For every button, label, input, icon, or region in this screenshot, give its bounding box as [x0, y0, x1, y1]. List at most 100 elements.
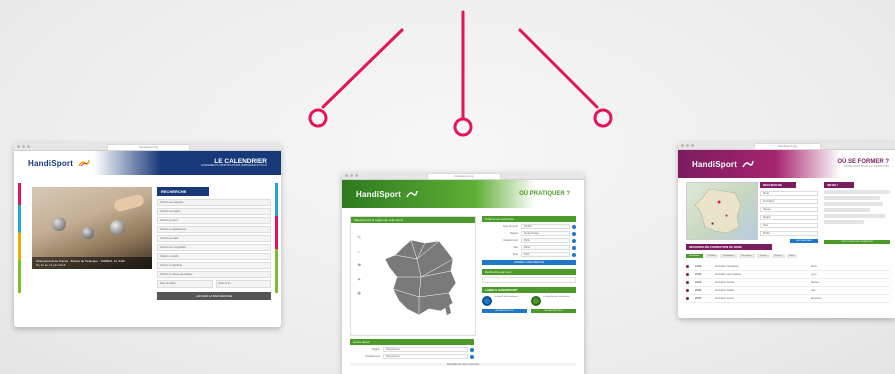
filter-select[interactable]: Formation — [760, 199, 818, 204]
training-search: RECHERCHE Sport Formation Niveau Région … — [760, 182, 818, 243]
browser-toolbar: handisport.org — [14, 143, 281, 151]
filter-select[interactable]: Choisir un public — [157, 253, 271, 260]
direct-row: Département Sélectionner — [350, 354, 474, 359]
page-title: OÙ SE FORMER ? FORMATIONS POUR LE HANDIS… — [837, 159, 889, 168]
tool-icon[interactable]: ⌂ — [357, 249, 361, 255]
criteria-select[interactable]: Île-de-France — [521, 231, 570, 236]
row-bullet-icon — [686, 297, 689, 300]
direct-select[interactable]: Sélectionner — [383, 354, 468, 359]
filter-select[interactable]: Sport — [760, 191, 818, 196]
location-pin-icon[interactable]: ● — [717, 199, 721, 206]
row-bullet-icon — [686, 289, 689, 292]
tool-icon[interactable]: ⚑ — [357, 263, 361, 269]
row-bullet-icon — [686, 265, 689, 268]
table-row[interactable]: 15/09 Formation sport adapté Lyon — [686, 271, 890, 279]
tab-month[interactable]: Décembre — [738, 254, 755, 258]
location-pin-icon[interactable]: ● — [725, 213, 728, 219]
filter-select[interactable]: Choisir un département — [157, 226, 271, 233]
filter-select[interactable]: Région — [760, 215, 818, 220]
address-bar[interactable]: handisport.org — [753, 143, 822, 150]
tab-month[interactable]: Mars — [786, 254, 798, 258]
row-bullet-icon — [686, 273, 689, 276]
table-row[interactable]: 12/09 Formation handisport Paris — [686, 263, 890, 271]
event-photo[interactable]: Championnat de France - Boules de Pétanq… — [32, 187, 152, 269]
location-pin-icon[interactable]: ● — [711, 221, 714, 227]
circle-connector-icon — [453, 117, 473, 137]
tab-month[interactable]: Novembre — [720, 254, 737, 258]
filter-select[interactable]: Choisir un handicap — [157, 262, 271, 269]
filter-select[interactable]: Choisir une compétition — [157, 244, 271, 251]
tool-icon[interactable]: ✎ — [357, 235, 361, 241]
search-submit-button[interactable]: LANCER LA RECHERCHE — [157, 292, 271, 300]
handisport-logo-icon[interactable]: HandiSport — [692, 160, 754, 169]
select-arrow-icon[interactable] — [572, 224, 576, 229]
search-panel: RECHERCHE Choisir une catégorie Choisir … — [157, 187, 271, 300]
date-to-field[interactable]: Date de fin — [215, 280, 271, 288]
handisport-logo-icon[interactable]: HandiSport — [356, 190, 418, 199]
training-screenshot: handisport.org HandiSport OÙ SE FORMER ?… — [678, 142, 895, 318]
direct-select[interactable]: Sélectionner — [383, 347, 468, 352]
date-from-field[interactable]: Date de début — [157, 280, 213, 288]
tab-month[interactable]: Février — [771, 254, 785, 258]
address-bar[interactable]: handisport.org — [426, 173, 502, 180]
filter-select[interactable]: Choisir une catégorie — [157, 199, 271, 206]
select-arrow-icon[interactable] — [572, 231, 576, 236]
criteria-row: Ville Paris — [482, 245, 576, 250]
table-row[interactable]: 22/09 Formation basket Lille — [686, 287, 890, 295]
france-map[interactable] — [381, 237, 461, 317]
criteria-select[interactable]: Choisir — [521, 224, 570, 229]
filter-select[interactable]: Choisir un niveau de pratique — [157, 271, 271, 278]
select-arrow-icon[interactable] — [572, 252, 576, 257]
training-map[interactable]: ● ● ● — [686, 182, 758, 240]
select-arrow-icon[interactable] — [572, 238, 576, 243]
info-heading: INFOS ! — [824, 182, 854, 188]
petanque-ball — [52, 217, 66, 231]
badge-activity-icon — [531, 296, 541, 306]
name-search-input[interactable] — [482, 277, 576, 283]
criteria-select[interactable]: Paris — [521, 238, 570, 243]
tab-month[interactable]: Janvier — [756, 254, 770, 258]
badge-club-icon — [482, 296, 492, 306]
filter-list: Choisir une catégorie Choisir une région… — [157, 199, 271, 278]
handisport-logo-icon[interactable]: HandiSport — [28, 159, 90, 168]
page-header: HandiSport LE CALENDRIER ÉVÈNEMENTS SPOR… — [14, 151, 281, 175]
filter-select[interactable]: Choisir un sport — [157, 217, 271, 224]
hand-silhouette — [112, 193, 146, 213]
filter-select[interactable]: Date — [760, 223, 818, 228]
search-button[interactable]: RECHERCHER — [790, 239, 818, 243]
direct-row: Région Sélectionner — [350, 347, 474, 352]
badge-more-button[interactable]: EN SAVOIR PLUS — [531, 309, 576, 313]
tool-icon[interactable]: ✚ — [357, 291, 361, 297]
select-arrow-icon[interactable] — [470, 347, 474, 352]
filter-select[interactable]: Choisir une région — [157, 208, 271, 215]
side-accent-right — [275, 183, 278, 293]
all-trainings-button[interactable]: VOIR TOUTES LES FORMATIONS — [824, 240, 890, 244]
page-title: LE CALENDRIER ÉVÈNEMENTS SPORTIFS HANDI,… — [201, 158, 267, 168]
filter-select[interactable]: Choisir une date — [157, 235, 271, 242]
table-row[interactable]: 19/09 Formation boccia Nantes — [686, 279, 890, 287]
browser-toolbar: handisport.org — [678, 142, 895, 150]
tab-month[interactable]: Septembre — [686, 254, 703, 258]
tab-month[interactable]: Octobre — [704, 254, 719, 258]
select-arrow-icon[interactable] — [470, 354, 474, 359]
badge-more-button[interactable]: EN SAVOIR PLUS — [482, 309, 527, 313]
address-bar[interactable]: handisport.org — [107, 144, 190, 151]
tool-icon[interactable]: ✦ — [357, 277, 361, 283]
map-panel: Sélectionnez la région de votre choix ✎ … — [350, 216, 476, 336]
direct-access-heading: Accès direct — [350, 339, 474, 345]
select-arrow-icon[interactable] — [572, 245, 576, 250]
criteria-select[interactable]: Paris — [521, 245, 570, 250]
petanque-ball — [82, 227, 94, 239]
training-table: 12/09 Formation handisport Paris 15/09 F… — [686, 263, 890, 303]
connector-line-right — [518, 28, 599, 109]
search-button[interactable]: LANCER LA RECHERCHE — [482, 260, 576, 265]
criteria-select[interactable]: Tous — [521, 252, 570, 257]
table-row[interactable]: 26/09 Formation tennis Bordeaux — [686, 295, 890, 303]
page-header: HandiSport OÙ SE FORMER ? FORMATIONS POU… — [678, 150, 895, 178]
filter-select[interactable]: Public — [760, 231, 818, 236]
criteria-heading: Critères de recherche — [482, 216, 576, 222]
filter-select[interactable]: Niveau — [760, 207, 818, 212]
petanque-ball — [110, 220, 125, 235]
results-heading: SESSIONS DE FORMATION DU MOIS — [686, 244, 772, 250]
month-tabs: Septembre Octobre Novembre Décembre Janv… — [686, 254, 890, 258]
